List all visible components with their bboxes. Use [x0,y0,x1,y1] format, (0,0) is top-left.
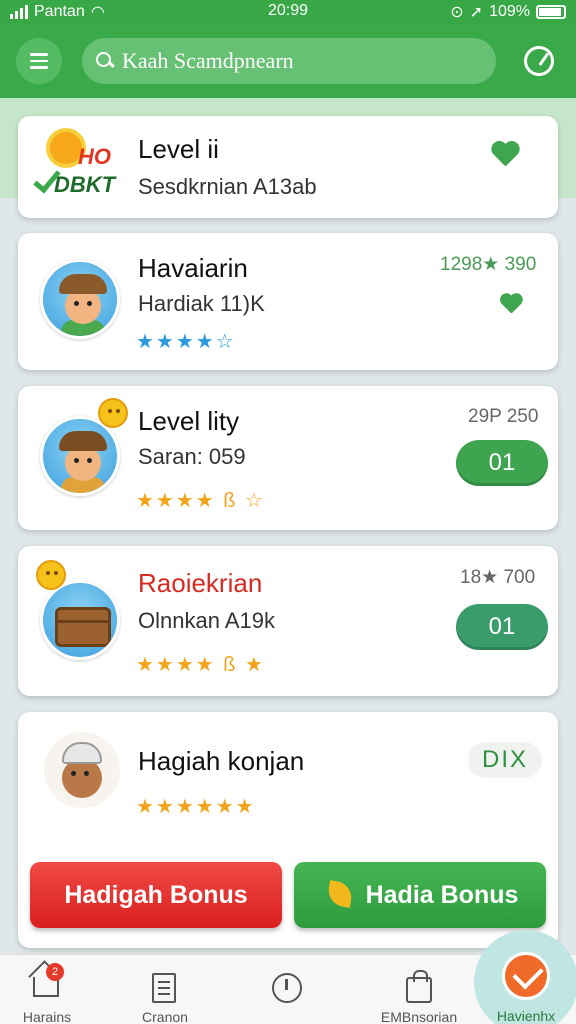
tab-coupon[interactable]: Cranon [110,963,220,1024]
bonus-icon [322,878,356,912]
tab-label: Harains [22,1009,72,1024]
status-bar: Pantan ◠ 20:99 ⊙ ➚ 109% [0,0,576,24]
card-stats: 1298★ 390 [440,254,537,275]
battery-icon [536,5,566,19]
level-card-4[interactable]: Raoiekrian Olnnkan A19k ★★★★ ß ★ 18★ 700… [18,546,558,696]
rating-stars: ★★★★☆ [136,331,236,353]
level-card-3[interactable]: Level lity Saran: 059 ★★★★ ß ☆ 29P 250 0… [18,386,558,530]
card-subtitle: Olnnkan A19k [138,608,275,633]
refresh-icon[interactable] [524,46,554,76]
rating-stars: ★★★★ ß ★ [136,654,265,676]
level-card-2[interactable]: Havaiarin Hardiak 11)K ★★★★☆ 1298★ 390 [18,233,558,370]
menu-icon [30,53,48,56]
menu-button[interactable] [16,38,62,84]
explorer-avatar [40,259,120,339]
card-title: Hagiah konjan [138,746,305,776]
tab-label: Cranon [142,1009,188,1024]
card-title: Raoiekrian [138,568,263,598]
status-right: ⊙ ➚ 109% [450,2,566,22]
card-subtitle: Saran: 059 [138,444,246,469]
card-title: Havaiarin [138,253,248,283]
logo-bottom-text: DBKT [54,172,116,197]
notification-badge: 2 [46,963,64,981]
card-title: Level lity [138,406,240,436]
card-stats: 29P 250 [468,406,539,427]
clock-icon [272,973,302,1003]
favorite-icon[interactable] [490,142,520,172]
right-bonus-button[interactable]: Hadia Bonus [294,862,546,928]
tab-home[interactable]: 2 Harains [0,963,102,1024]
level-action-button[interactable]: 01 [456,440,548,486]
document-icon [152,973,176,1003]
favorite-icon[interactable] [499,294,523,318]
location-icon: ➚ [469,4,484,21]
search-input[interactable] [122,48,482,74]
bag-icon [406,970,432,1003]
fab-label: Havienhx [496,1008,556,1024]
brand-logo: HO DBKT [33,130,122,202]
card-stats: 18★ 700 [460,567,536,588]
tab-shop[interactable]: EMBnsorian [364,963,474,1024]
logo-top-text: HO [78,144,111,169]
rating-stars: ★★★★ ß ☆ [136,490,265,512]
level-action-button[interactable]: 01 [456,604,548,650]
tab-history[interactable] [232,963,342,1024]
chef-avatar [44,732,120,808]
level-action-button[interactable]: DIX [468,742,542,778]
right-bonus-label: Hadia Bonus [365,880,519,909]
search-bar[interactable] [82,38,496,84]
lock-rotation-icon: ⊙ [450,4,464,21]
treasure-avatar [40,580,120,660]
card-subtitle: Hardiak 11)K [138,291,265,316]
left-bonus-label: Hadigah Bonus [64,880,248,909]
left-bonus-button[interactable]: Hadigah Bonus [30,862,282,928]
battery-percent: 109% [489,3,530,20]
rating-stars: ★★★★★★ [136,796,256,818]
action-fab[interactable]: Havienhx [474,930,576,1024]
explorer-avatar [40,416,120,496]
card-subtitle: Sesdkrnian A13ab [138,174,317,199]
check-icon [502,952,550,1000]
coin-icon [36,560,66,590]
tab-label: EMBnsorian [380,1009,458,1024]
search-icon [96,52,114,70]
coin-icon [98,398,128,428]
card-title: Level ii [138,134,219,164]
app-bar [0,24,576,98]
